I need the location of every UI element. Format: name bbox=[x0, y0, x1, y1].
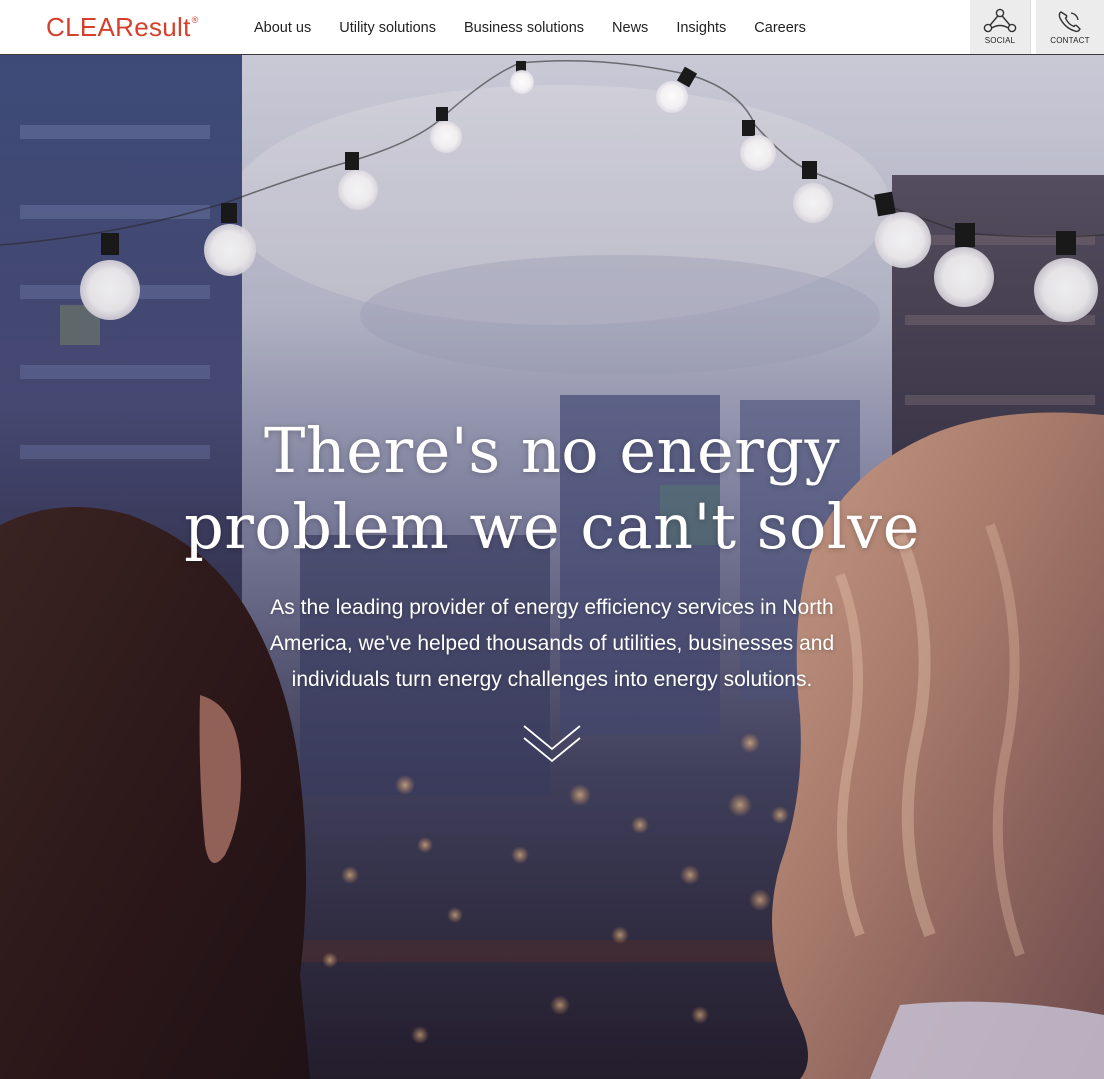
social-label: SOCIAL bbox=[984, 36, 1016, 45]
brand-logo[interactable]: CLEAResult® bbox=[46, 14, 199, 40]
hero-headline-line-1: There's no energy bbox=[263, 414, 840, 487]
hero-subtext: As the leading provider of energy effici… bbox=[269, 596, 835, 691]
nav-item-utility-solutions[interactable]: Utility solutions bbox=[339, 7, 436, 49]
brand-logo-text[interactable]: CLEAResult bbox=[46, 12, 191, 42]
nav-item-careers[interactable]: Careers bbox=[754, 7, 806, 49]
contact-button[interactable]: CONTACT bbox=[1036, 0, 1104, 54]
contact-label: CONTACT bbox=[1050, 36, 1090, 45]
phone-icon bbox=[1058, 11, 1081, 33]
hero-headline: There's no energy problem we can't solve bbox=[0, 413, 1104, 564]
hero-headline-line-2: problem we can't solve bbox=[184, 489, 920, 563]
registered-mark: ® bbox=[191, 15, 199, 25]
nav-item-about-us[interactable]: About us bbox=[254, 7, 311, 49]
nav-item-insights[interactable]: Insights bbox=[676, 7, 726, 49]
page: CLEAResult® About us Utility solutions B… bbox=[0, 0, 1104, 1079]
chevron-down-icon[interactable] bbox=[521, 723, 583, 765]
hero-section: There's no energy problem we can't solve… bbox=[0, 55, 1104, 1079]
share-network-icon bbox=[983, 8, 1017, 33]
nav-item-business-solutions[interactable]: Business solutions bbox=[464, 7, 584, 49]
hero-background-image bbox=[0, 55, 1104, 1079]
social-button[interactable]: SOCIAL bbox=[970, 0, 1031, 54]
nav-item-news[interactable]: News bbox=[612, 7, 648, 49]
main-nav: About us Utility solutions Business solu… bbox=[240, 0, 820, 55]
site-header: CLEAResult® About us Utility solutions B… bbox=[0, 0, 1104, 55]
